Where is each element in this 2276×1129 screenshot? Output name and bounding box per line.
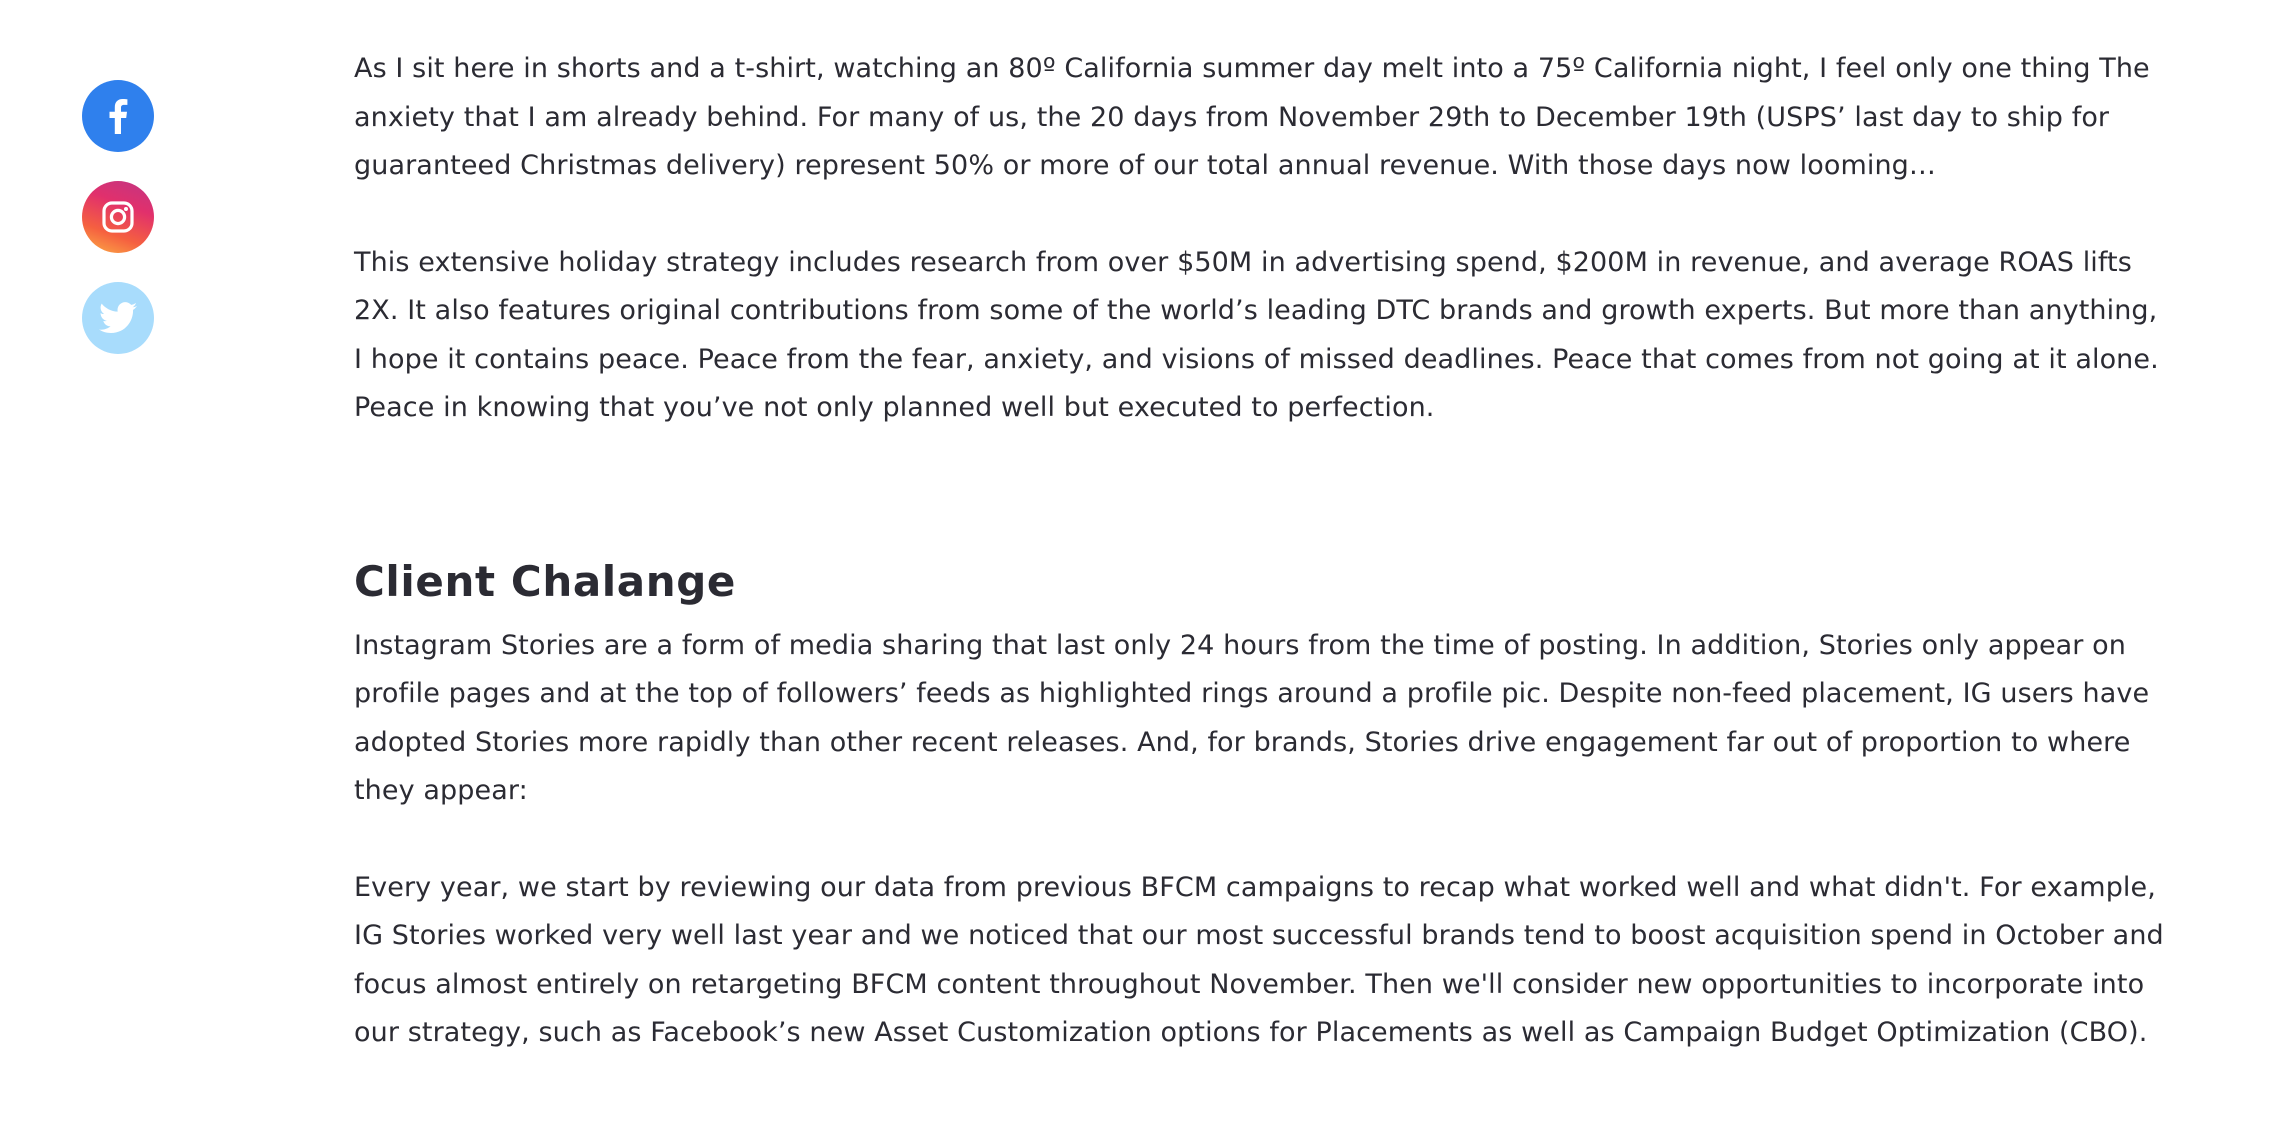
section-heading: Client Chalange <box>354 556 736 606</box>
social-share-bar <box>82 80 154 383</box>
review-paragraph: Every year, we start by reviewing our da… <box>354 871 2164 1049</box>
twitter-icon <box>99 302 137 334</box>
facebook-icon <box>109 99 128 134</box>
instagram-share-button[interactable] <box>82 181 154 253</box>
article-body: As I sit here in shorts and a t-shirt, w… <box>354 45 2174 1058</box>
strategy-paragraph: This extensive holiday strategy includes… <box>354 246 2159 424</box>
instagram-icon <box>102 201 134 233</box>
twitter-share-button[interactable] <box>82 282 154 354</box>
stories-paragraph: Instagram Stories are a form of media sh… <box>354 629 2150 807</box>
intro-paragraph: As I sit here in shorts and a t-shirt, w… <box>354 53 2150 181</box>
facebook-share-button[interactable] <box>82 80 154 152</box>
